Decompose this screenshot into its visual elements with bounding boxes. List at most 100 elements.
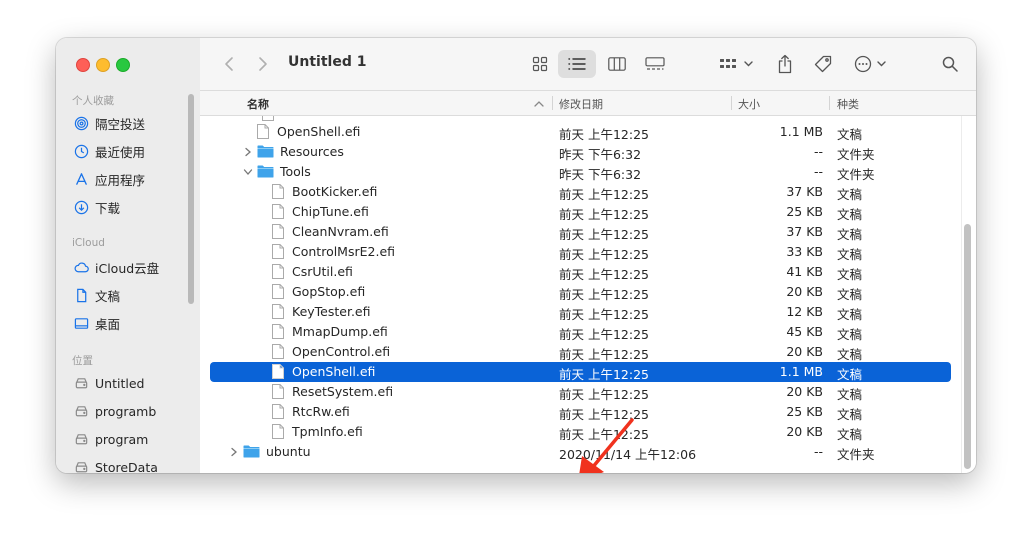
table-row[interactable]: OpenShell.efi 前天 上午12:25 1.1 MB 文稿: [210, 122, 951, 142]
column-divider[interactable]: [829, 96, 830, 110]
sidebar-item-downloads[interactable]: 下载: [74, 196, 120, 218]
table-row[interactable]: CsrUtil.efi 前天 上午12:25 41 KB 文稿: [210, 262, 951, 282]
chevron-right-icon[interactable]: [243, 147, 253, 157]
file-date: 前天 上午12:25: [559, 247, 649, 262]
column-kind-header[interactable]: 种类: [837, 96, 859, 112]
forward-button[interactable]: [252, 50, 274, 78]
file-date: 2020/11/14 上午12:06: [559, 447, 697, 462]
clock-icon: [74, 144, 89, 158]
tag-button[interactable]: [810, 50, 836, 78]
file-icon: [272, 204, 284, 219]
sidebar-item-icloud-drive[interactable]: iCloud云盘: [74, 256, 159, 278]
file-name: CsrUtil.efi: [292, 264, 353, 279]
file-name: CleanNvram.efi: [292, 224, 389, 239]
list-icon: [568, 58, 586, 70]
table-row-selected[interactable]: OpenShell.efi 前天 上午12:25 1.1 MB 文稿: [210, 362, 951, 382]
file-date: 前天 上午12:25: [559, 407, 649, 422]
window-title: Untitled 1: [288, 54, 367, 70]
table-row[interactable]: ResetSystem.efi 前天 上午12:25 20 KB 文稿: [210, 382, 951, 402]
file-icon: [272, 224, 284, 239]
zoom-window-button[interactable]: [116, 58, 130, 72]
file-size: 20 KB: [786, 384, 823, 399]
back-button[interactable]: [218, 50, 240, 78]
column-name-header[interactable]: 名称: [247, 96, 269, 112]
file-size: --: [813, 444, 823, 459]
sidebar-item-label: program: [95, 431, 149, 447]
table-row[interactable]: BootKicker.efi 前天 上午12:25 37 KB 文稿: [210, 182, 951, 202]
file-size: 25 KB: [786, 404, 823, 419]
download-icon: [74, 200, 89, 214]
column-divider[interactable]: [552, 96, 553, 110]
file-list: OpenShell.efi 前天 上午12:25 1.1 MB 文稿 Resou…: [200, 116, 976, 473]
group-by-button[interactable]: [716, 50, 758, 78]
disk-icon: [75, 377, 88, 388]
table-row[interactable]: KeyTester.efi 前天 上午12:25 12 KB 文稿: [210, 302, 951, 322]
sidebar-item-label: 桌面: [95, 316, 121, 332]
table-row[interactable]: OpenControl.efi 前天 上午12:25 20 KB 文稿: [210, 342, 951, 362]
file-name: OpenShell.efi: [277, 124, 361, 139]
toolbar: Untitled 1: [200, 38, 976, 91]
file-name: BootKicker.efi: [292, 184, 378, 199]
close-window-button[interactable]: [76, 58, 90, 72]
search-button[interactable]: [938, 50, 962, 78]
file-name: GopStop.efi: [292, 284, 366, 299]
file-kind: 文稿: [837, 347, 863, 362]
column-date-header[interactable]: 修改日期: [559, 96, 603, 112]
disk-icon: [75, 405, 88, 416]
sidebar-item-desktop[interactable]: 桌面: [74, 312, 120, 334]
chevron-right-icon[interactable]: [229, 447, 239, 457]
folder-icon: [257, 145, 274, 158]
finder-window: 个人收藏 隔空投送 最近使用 应用程序 下载 iCloud iCloud云盘 文…: [56, 38, 976, 473]
column-size-header[interactable]: 大小: [738, 96, 760, 112]
sidebar-item-storedata[interactable]: StoreData: [74, 456, 158, 473]
file-name: MmapDump.efi: [292, 324, 388, 339]
sidebar-scrollbar[interactable]: [188, 94, 194, 304]
scrollbar-track[interactable]: [961, 116, 962, 473]
file-icon: [272, 324, 284, 339]
sidebar-item-applications[interactable]: 应用程序: [74, 168, 145, 190]
sort-ascending-icon: [534, 101, 544, 107]
grid-icon: [532, 56, 548, 72]
chevron-down-icon[interactable]: [243, 167, 253, 177]
minimize-window-button[interactable]: [96, 58, 110, 72]
file-icon: [272, 244, 284, 259]
share-button[interactable]: [772, 50, 798, 78]
list-view-button[interactable]: [558, 50, 596, 78]
table-row[interactable]: RtcRw.efi 前天 上午12:25 25 KB 文稿: [210, 402, 951, 422]
column-divider[interactable]: [731, 96, 732, 110]
table-row[interactable]: TpmInfo.efi 前天 上午12:25 20 KB 文稿: [210, 422, 951, 442]
file-date: 前天 上午12:25: [559, 287, 649, 302]
file-size: 20 KB: [786, 284, 823, 299]
file-kind: 文稿: [837, 287, 863, 302]
table-row[interactable]: ubuntu 2020/11/14 上午12:06 -- 文件夹: [210, 442, 951, 462]
sidebar-item-program[interactable]: program: [74, 428, 148, 450]
file-name: ControlMsrE2.efi: [292, 244, 396, 259]
file-icon: [272, 304, 284, 319]
more-actions-button[interactable]: [852, 50, 892, 78]
column-view-button[interactable]: [602, 50, 632, 78]
sidebar-item-airdrop[interactable]: 隔空投送: [74, 112, 145, 134]
table-row[interactable]: GopStop.efi 前天 上午12:25 20 KB 文稿: [210, 282, 951, 302]
sidebar-item-recents[interactable]: 最近使用: [74, 140, 145, 162]
icon-view-button[interactable]: [526, 50, 554, 78]
table-row[interactable]: MmapDump.efi 前天 上午12:25 45 KB 文稿: [210, 322, 951, 342]
file-name: KeyTester.efi: [292, 304, 371, 319]
file-date: 前天 上午12:25: [559, 227, 649, 242]
file-date: 前天 上午12:25: [559, 127, 649, 142]
file-icon: [272, 344, 284, 359]
cloud-icon: [74, 261, 89, 272]
table-row[interactable]: Resources 昨天 下午6:32 -- 文件夹: [210, 142, 951, 162]
sidebar-item-untitled[interactable]: Untitled: [74, 372, 144, 394]
sidebar-item-documents[interactable]: 文稿: [74, 284, 120, 306]
table-row[interactable]: ChipTune.efi 前天 上午12:25 25 KB 文稿: [210, 202, 951, 222]
file-list-scrollbar[interactable]: [964, 224, 971, 469]
file-date: 前天 上午12:25: [559, 387, 649, 402]
table-row[interactable]: Tools 昨天 下午6:32 -- 文件夹: [210, 162, 951, 182]
sidebar-item-programb[interactable]: programb: [74, 400, 156, 422]
search-icon: [942, 56, 958, 72]
table-row[interactable]: CleanNvram.efi 前天 上午12:25 37 KB 文稿: [210, 222, 951, 242]
file-date: 前天 上午12:25: [559, 327, 649, 342]
sidebar-item-label: 应用程序: [95, 172, 146, 188]
table-row[interactable]: ControlMsrE2.efi 前天 上午12:25 33 KB 文稿: [210, 242, 951, 262]
gallery-view-button[interactable]: [640, 50, 670, 78]
